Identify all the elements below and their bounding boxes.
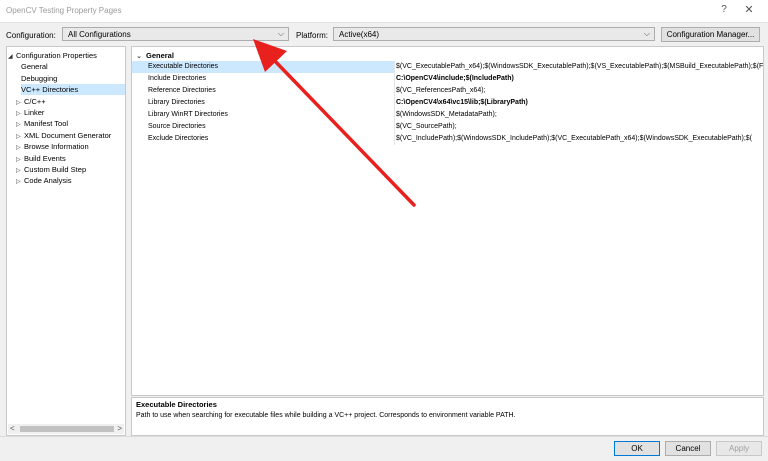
platform-label: Platform: bbox=[296, 31, 329, 40]
tree-item-label: VC++ Directories bbox=[21, 85, 79, 95]
tree-item[interactable]: ▷ Custom Build Step bbox=[16, 164, 125, 175]
property-name: Executable Directories bbox=[132, 61, 394, 73]
property-value[interactable]: $(VC_ExecutablePath_x64);$(WindowsSDK_Ex… bbox=[396, 61, 763, 73]
title-bar: OpenCV Testing Property Pages ? ✕ bbox=[0, 0, 768, 23]
configuration-dropdown[interactable]: All Configurations ⌵ bbox=[62, 27, 289, 41]
configuration-label: Configuration: bbox=[6, 31, 56, 40]
property-value[interactable]: $(VC_IncludePath);$(WindowsSDK_IncludePa… bbox=[396, 133, 763, 145]
property-row[interactable]: Library Directories C:\OpenCV4\x64\vc15\l… bbox=[132, 97, 763, 109]
close-button[interactable]: ✕ bbox=[742, 3, 756, 17]
apply-button[interactable]: Apply bbox=[716, 441, 762, 456]
tree-item-label: C/C++ bbox=[24, 96, 46, 106]
scroll-right-icon[interactable]: > bbox=[117, 424, 122, 434]
property-value[interactable]: C:\OpenCV4\x64\vc15\lib;$(LibraryPath) bbox=[396, 97, 763, 109]
scroll-left-icon[interactable]: < bbox=[10, 424, 15, 434]
configuration-value: All Configurations bbox=[68, 30, 131, 39]
property-name: Library WinRT Directories bbox=[148, 111, 228, 118]
tree-item-label: Browse Information bbox=[24, 142, 89, 152]
tree-item[interactable]: ▷ C/C++ bbox=[16, 96, 125, 107]
property-row[interactable]: Include Directories C:\OpenCV4\include;$(… bbox=[132, 73, 763, 85]
cancel-button[interactable]: Cancel bbox=[665, 441, 711, 456]
window-title: OpenCV Testing Property Pages bbox=[6, 6, 122, 15]
expand-triangle-icon[interactable]: ▷ bbox=[16, 177, 24, 188]
tree-item-label: Configuration Properties bbox=[16, 51, 97, 60]
property-value[interactable]: $(VC_SourcePath); bbox=[396, 121, 763, 133]
chevron-down-icon: ⌵ bbox=[277, 29, 284, 38]
tree-item[interactable]: ▷ Manifest Tool bbox=[16, 118, 125, 129]
tree-item-label: Build Events bbox=[24, 153, 66, 163]
property-row[interactable]: Source Directories $(VC_SourcePath); bbox=[132, 121, 763, 133]
tree-item-label: Code Analysis bbox=[24, 176, 72, 186]
tree-item[interactable]: ▷ Linker bbox=[16, 107, 125, 118]
property-name: Source Directories bbox=[148, 123, 206, 130]
footer-divider bbox=[0, 436, 768, 437]
property-row[interactable]: Library WinRT Directories $(WindowsSDK_Me… bbox=[132, 109, 763, 121]
property-name: Include Directories bbox=[148, 75, 206, 82]
property-grid: ⌄ General Executable Directories $(VC_Exec… bbox=[131, 46, 764, 396]
property-name: Exclude Directories bbox=[148, 135, 209, 142]
help-button[interactable]: ? bbox=[718, 3, 730, 17]
description-panel: Executable Directories Path to use when … bbox=[131, 397, 764, 436]
property-name: Reference Directories bbox=[148, 87, 216, 94]
scrollbar-thumb[interactable] bbox=[20, 426, 114, 432]
property-row[interactable]: Exclude Directories $(VC_IncludePath);$(W… bbox=[132, 133, 763, 145]
ok-button[interactable]: OK bbox=[614, 441, 660, 456]
configuration-manager-button[interactable]: Configuration Manager... bbox=[661, 27, 760, 42]
expand-triangle-icon[interactable]: ◢ bbox=[8, 52, 16, 63]
tree-item[interactable]: ▷ Browse Information bbox=[16, 141, 125, 152]
tree-item[interactable]: Debugging bbox=[21, 73, 125, 84]
tree-item-label: General bbox=[21, 62, 48, 72]
property-value[interactable]: $(VC_ReferencesPath_x64); bbox=[396, 85, 763, 97]
tree-item-label: Linker bbox=[24, 108, 45, 117]
tree-item[interactable]: ▷ Code Analysis bbox=[16, 175, 125, 186]
tree-item[interactable]: VC++ Directories bbox=[21, 84, 125, 96]
property-row[interactable]: Executable Directories $(VC_ExecutablePat… bbox=[132, 61, 763, 73]
tree-item[interactable]: ◢ Configuration Properties bbox=[8, 50, 125, 61]
tree-item[interactable]: ▷ Build Events bbox=[16, 153, 125, 164]
category-label: General bbox=[146, 51, 174, 60]
tree-item-label: Custom Build Step bbox=[24, 165, 87, 174]
description-text: Path to use when searching for executabl… bbox=[136, 412, 516, 419]
property-value[interactable]: C:\OpenCV4\include;$(IncludePath) bbox=[396, 73, 763, 85]
description-title: Executable Directories bbox=[136, 400, 217, 409]
tree-horizontal-scrollbar[interactable]: < > bbox=[8, 424, 124, 434]
tree-item[interactable]: ▷ XML Document Generator bbox=[16, 130, 125, 141]
tree-item[interactable]: General bbox=[21, 61, 125, 72]
tree-item-label: XML Document Generator bbox=[24, 130, 112, 140]
tree-item-label: Manifest Tool bbox=[24, 119, 69, 129]
property-name: Library Directories bbox=[148, 99, 205, 106]
platform-value: Active(x64) bbox=[339, 30, 380, 39]
chevron-down-icon: ⌵ bbox=[643, 29, 650, 38]
platform-dropdown[interactable]: Active(x64) ⌵ bbox=[333, 27, 655, 41]
category-header-general[interactable]: ⌄ General bbox=[132, 50, 174, 61]
property-value[interactable]: $(WindowsSDK_MetadataPath); bbox=[396, 109, 763, 121]
property-tree[interactable]: ◢ Configuration Properties General Debuggin… bbox=[6, 46, 126, 436]
property-row[interactable]: Reference Directories $(VC_ReferencesPath… bbox=[132, 85, 763, 97]
tree-item-label: Debugging bbox=[21, 73, 58, 83]
